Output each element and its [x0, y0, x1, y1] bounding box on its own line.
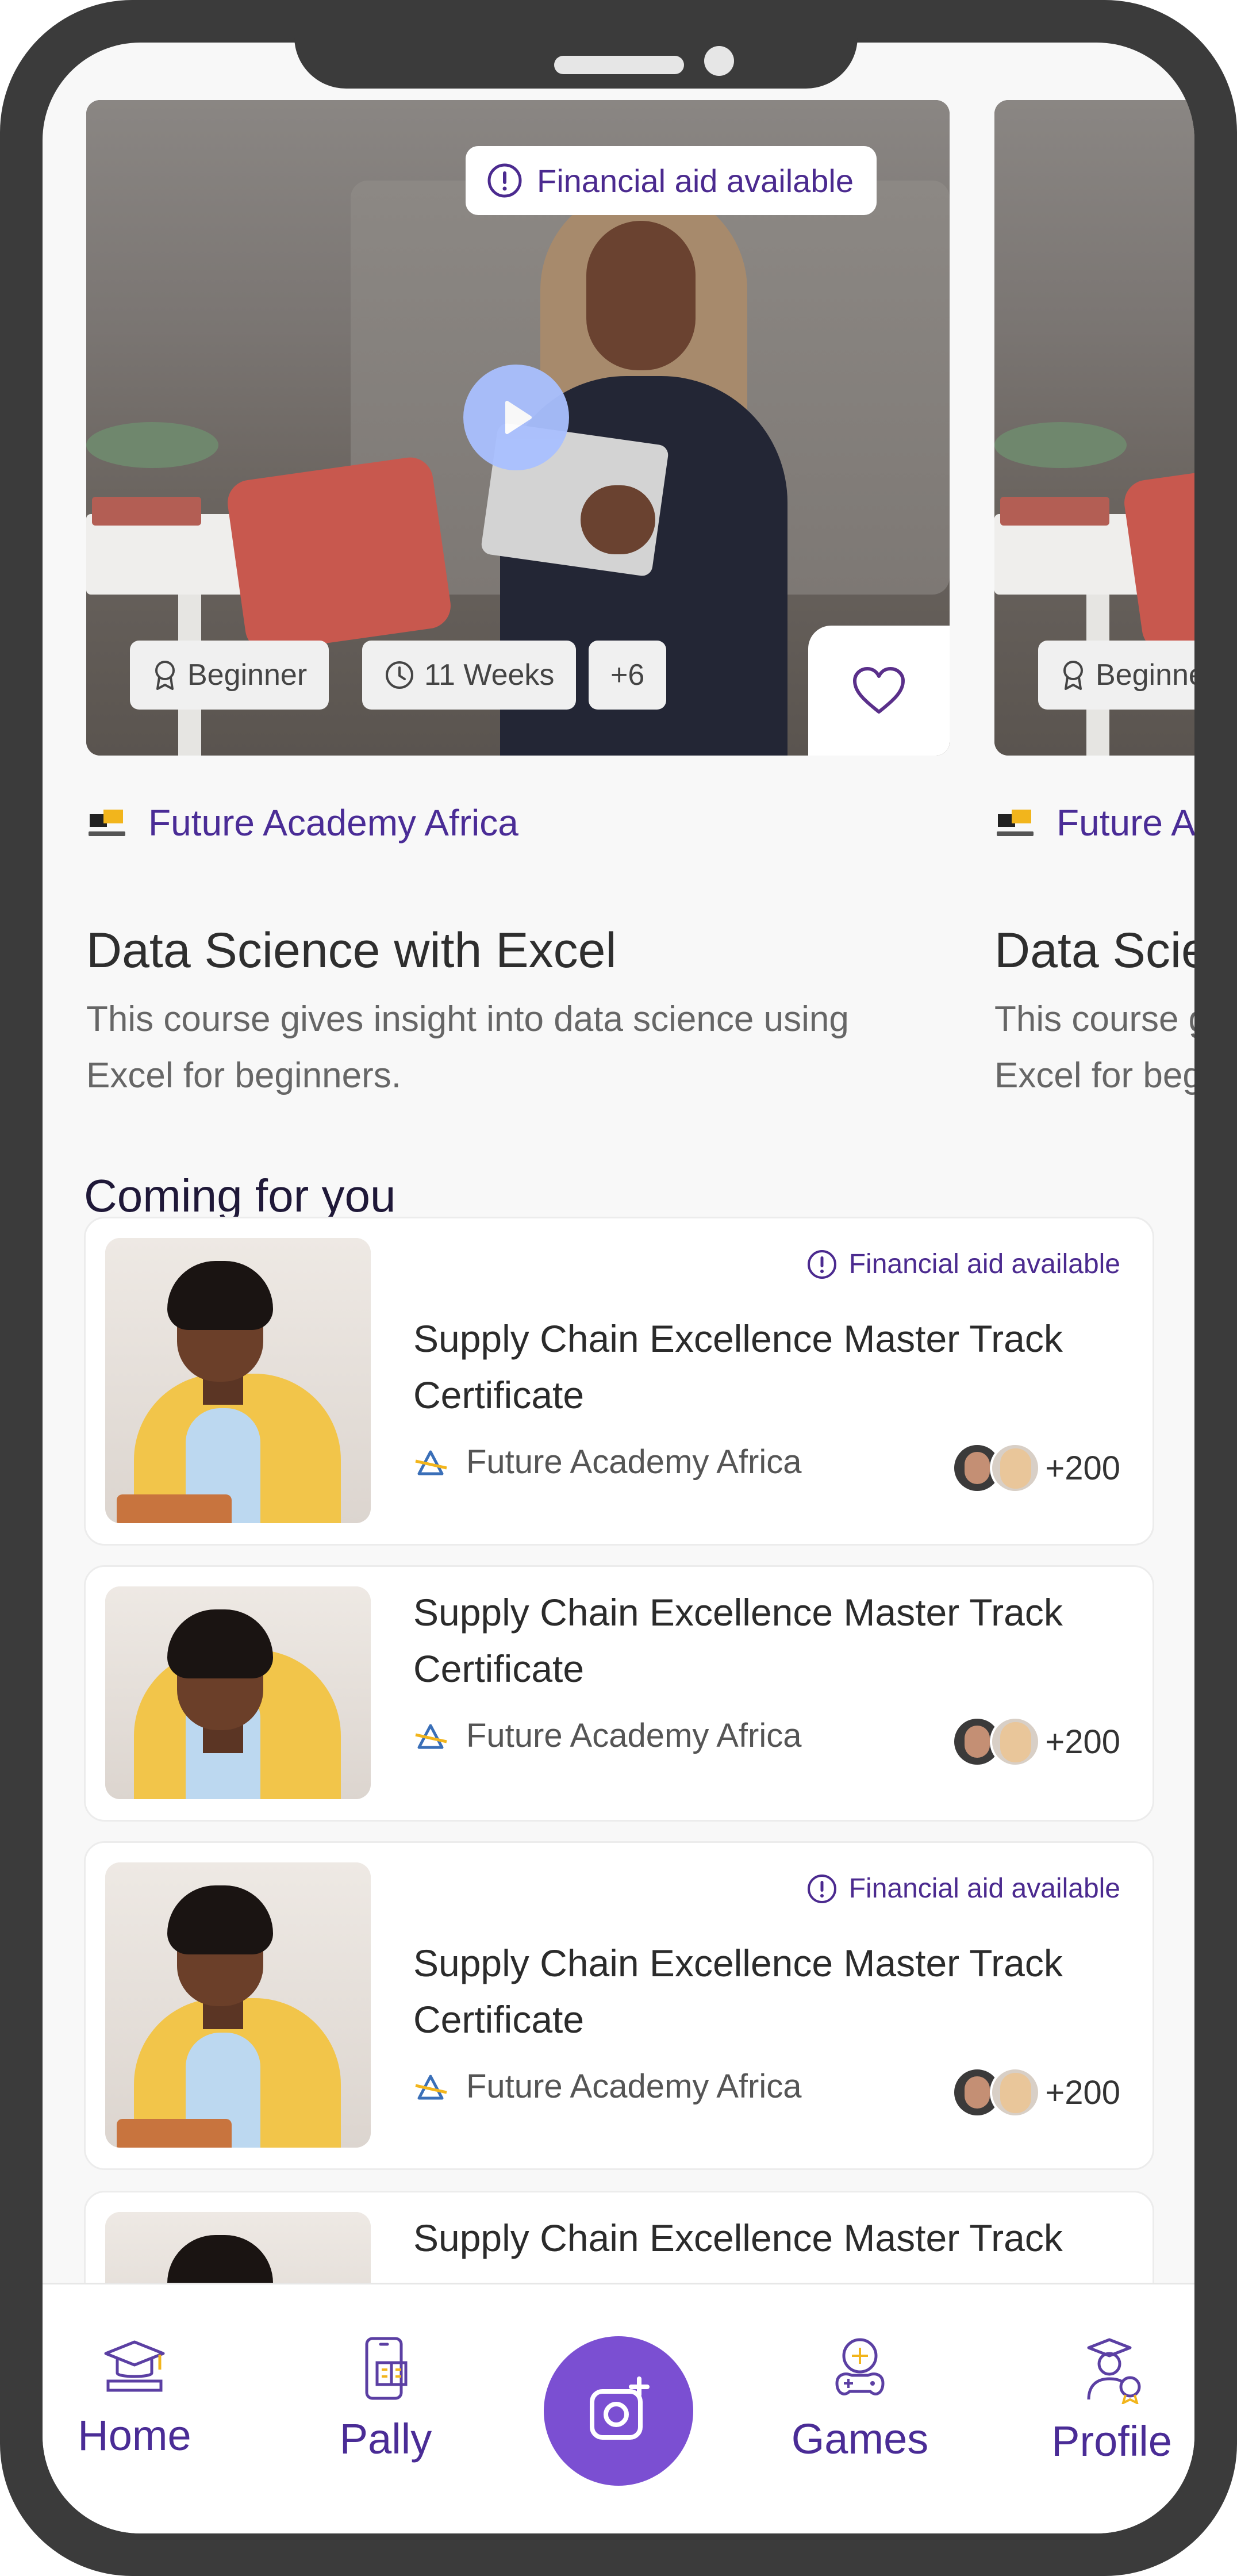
course-thumbnail	[105, 1586, 371, 1799]
phone-frame: Financial aid available Beginner 11 Week…	[0, 0, 1237, 2576]
heart-icon	[853, 667, 905, 714]
provider-row: Future Academy Africa	[413, 1443, 801, 1481]
more-tags[interactable]: +6	[589, 641, 667, 710]
nav-home[interactable]: Home	[43, 2335, 226, 2460]
provider-logo	[86, 807, 128, 839]
info-icon	[807, 1249, 836, 1279]
financial-aid-badge: Financial aid available	[806, 1248, 1120, 1280]
clock-icon	[386, 661, 413, 689]
provider-row[interactable]: Future Academy Africa	[994, 802, 1194, 844]
provider-logo	[994, 807, 1036, 839]
learners-count: +200	[952, 1443, 1120, 1493]
course-list-item[interactable]: Financial aid available Supply Chain Exc…	[84, 1841, 1154, 2170]
provider-logo-icon	[415, 2075, 447, 2099]
course-description: This course gives insight into data scie…	[994, 999, 1194, 1095]
course-thumbnail	[105, 1862, 371, 2148]
avatar	[990, 1443, 1041, 1493]
level-tag: Beginner	[130, 641, 329, 710]
phone-speaker	[554, 56, 684, 74]
nav-pally[interactable]: Pally	[294, 2335, 478, 2463]
course-title: Supply Chain Excellence Master Track Cer…	[413, 1942, 1063, 2041]
financial-aid-badge: Financial aid available	[806, 1873, 1120, 1904]
level-tag: Beginner	[1038, 641, 1194, 710]
provider-logo-icon	[415, 1450, 447, 1475]
course-title: Supply Chain Excellence Master Track Cer…	[413, 1591, 1063, 1690]
course-title[interactable]: Data Science with Excel	[86, 922, 617, 979]
app-screen: Financial aid available Beginner 11 Week…	[43, 43, 1194, 2533]
info-icon	[487, 163, 522, 198]
provider-name: Future Academy Africa	[148, 802, 518, 844]
course-thumbnail	[105, 1238, 371, 1523]
learners-count: +200	[952, 1716, 1120, 1767]
info-icon	[807, 1874, 836, 1903]
nav-games[interactable]: Games	[768, 2335, 952, 2463]
provider-row: Future Academy Africa	[413, 2067, 801, 2106]
course-list-item[interactable]: Supply Chain Excellence Master Track Cer…	[84, 1565, 1154, 1822]
course-title[interactable]: Data Science with Excel	[994, 922, 1194, 979]
course-description: This course gives insight into data scie…	[86, 999, 849, 1095]
avatar	[990, 1716, 1041, 1767]
learners-count: +200	[952, 2067, 1120, 2118]
financial-aid-badge: Financial aid available	[466, 146, 877, 215]
featured-course-card[interactable]: Beginner	[994, 100, 1194, 756]
create-post-button[interactable]	[544, 2336, 693, 2486]
phone-notch	[294, 0, 858, 89]
avatar	[990, 2067, 1041, 2118]
favorite-button[interactable]	[808, 626, 950, 756]
featured-course-card[interactable]: Financial aid available Beginner 11 Week…	[86, 100, 950, 756]
provider-name: Future Academy Africa	[1057, 802, 1194, 844]
play-icon	[505, 401, 532, 434]
course-title: Supply Chain Excellence Master Track	[413, 2217, 1063, 2259]
provider-logo-icon	[415, 1724, 447, 1749]
nav-profile[interactable]: Profile	[1020, 2335, 1194, 2466]
duration-tag: 11 Weeks	[362, 641, 577, 710]
course-list-item[interactable]: Financial aid available Supply Chain Exc…	[84, 1217, 1154, 1546]
graduate-award-icon	[1087, 2338, 1141, 2404]
provider-row[interactable]: Future Academy Africa	[86, 802, 518, 844]
phone-camera	[704, 46, 734, 76]
ribbon-icon	[155, 661, 175, 690]
phone-book-icon	[365, 2337, 408, 2400]
bottom-nav: Home Pally Games Profile	[43, 2283, 1194, 2533]
play-button[interactable]	[463, 365, 569, 470]
graduation-cap-icon	[104, 2340, 165, 2392]
provider-row: Future Academy Africa	[413, 1716, 801, 1755]
game-controller-icon	[835, 2338, 885, 2395]
camera-plus-icon	[590, 2376, 650, 2440]
course-title: Supply Chain Excellence Master Track Cer…	[413, 1317, 1063, 1416]
ribbon-icon	[1063, 661, 1083, 690]
financial-aid-label: Financial aid available	[537, 162, 854, 199]
section-title: Coming for you	[84, 1170, 396, 1221]
